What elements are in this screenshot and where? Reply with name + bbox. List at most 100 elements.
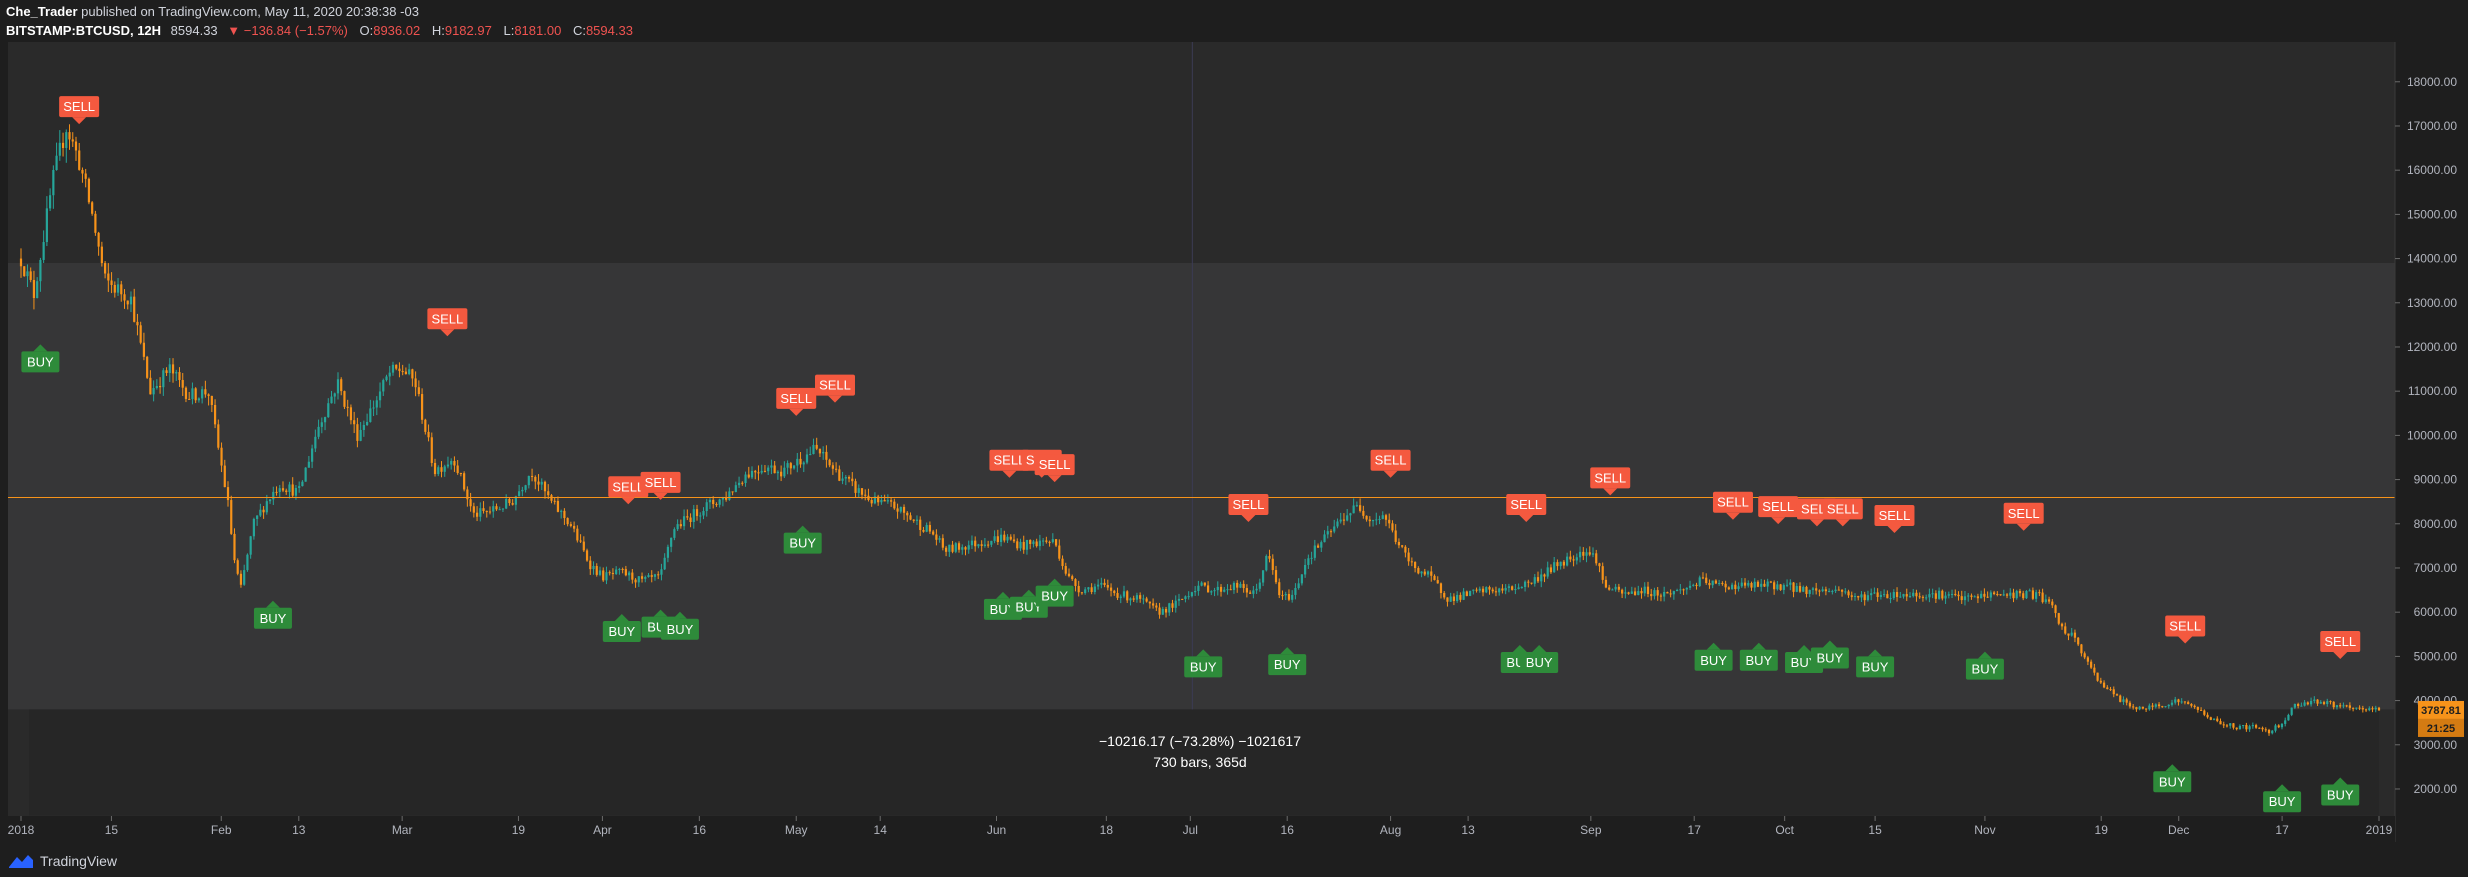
candle-body: [2374, 707, 2377, 710]
candle-body: [999, 534, 1003, 542]
candle-body: [1543, 574, 1546, 577]
candle-body: [2242, 725, 2245, 727]
candle-body: [220, 447, 223, 466]
candle-body: [809, 454, 812, 456]
candle-body: [1381, 515, 1384, 519]
candle-body: [171, 364, 175, 374]
candle-body: [2342, 705, 2345, 707]
price-chart[interactable]: −10216.17 (−73.28%) −1021617 730 bars, 36…: [0, 0, 2468, 877]
candle-body: [100, 246, 103, 264]
candle-body: [540, 481, 543, 485]
candle-body: [1598, 563, 1601, 567]
candle-body: [637, 576, 640, 583]
candle-body: [1996, 593, 1999, 595]
candle-body: [1465, 591, 1468, 596]
candle-body: [495, 506, 498, 510]
price-tick-label: 14000.00: [2407, 252, 2457, 266]
sell-label: SELL: [431, 311, 463, 326]
candle-body: [2339, 705, 2342, 707]
candle-body: [1135, 595, 1139, 600]
candle-body: [1530, 582, 1533, 584]
candle-body: [1168, 603, 1171, 613]
candle-body: [278, 488, 281, 493]
candle-body: [1711, 580, 1714, 586]
candle-body: [2151, 705, 2154, 707]
candle-body: [2180, 701, 2183, 703]
candle-body: [1177, 598, 1181, 601]
candle-body: [61, 142, 65, 148]
buy-label: BUY: [1745, 653, 1772, 668]
candle-body: [1287, 593, 1291, 600]
candle-body: [1488, 587, 1491, 590]
candle-body: [1553, 562, 1556, 573]
candle-body: [1446, 597, 1449, 602]
candle-body: [1232, 582, 1236, 590]
candle-body: [1860, 594, 1863, 598]
candle-body: [1355, 505, 1358, 507]
candle-body: [113, 284, 116, 293]
candle-body: [1844, 591, 1847, 593]
tradingview-brand[interactable]: TradingView: [40, 853, 117, 869]
candle-body: [1980, 593, 1983, 599]
candle-body: [2316, 699, 2319, 704]
candle-body: [1420, 571, 1423, 574]
candle-body: [1659, 595, 1663, 597]
candle-body: [1960, 596, 1963, 601]
candle-body: [353, 420, 356, 425]
candle-body: [1950, 593, 1954, 595]
candle-body: [935, 534, 938, 540]
candle-body: [1727, 587, 1730, 590]
candle-body: [395, 364, 398, 369]
candle-body: [1242, 583, 1245, 589]
candle-body: [1802, 586, 1805, 592]
candle-body: [1080, 592, 1084, 594]
sell-label: SELL: [994, 453, 1026, 468]
candle-body: [1963, 596, 1967, 601]
candle-body: [1352, 505, 1355, 514]
candle-body: [1782, 585, 1785, 590]
candle-body: [443, 466, 446, 472]
candle-body: [1145, 598, 1148, 602]
buy-label: BUY: [1817, 651, 1844, 666]
candle-body: [1268, 556, 1271, 559]
candle-body: [1918, 596, 1921, 598]
candle-body: [1895, 592, 1899, 597]
candle-body: [1346, 515, 1349, 521]
candle-body: [1284, 593, 1287, 596]
candle-body: [1009, 536, 1012, 540]
candle-body: [679, 524, 682, 527]
tradingview-logo-icon[interactable]: [8, 852, 34, 870]
time-axis[interactable]: [8, 816, 2395, 842]
candle-body: [2174, 699, 2177, 703]
candle-body: [1695, 584, 1698, 586]
candle-body: [1999, 594, 2002, 596]
candle-body: [2122, 699, 2125, 702]
candle-body: [1051, 539, 1054, 543]
candle-body: [168, 364, 171, 374]
candle-body: [737, 482, 741, 486]
candle-body: [951, 544, 954, 552]
candle-body: [2031, 590, 2035, 599]
candle-body: [456, 465, 459, 474]
candle-body: [1194, 590, 1197, 593]
candle-body: [336, 379, 340, 394]
candle-body: [1216, 586, 1219, 591]
candle-body: [1129, 598, 1132, 601]
candle-body: [450, 460, 453, 465]
candle-body: [1643, 586, 1646, 594]
candle-body: [1718, 583, 1721, 585]
time-tick-label: 17: [1688, 823, 1702, 837]
countdown-tag: 21:25: [2427, 723, 2455, 735]
candle-body: [1106, 584, 1109, 588]
candle-body: [2067, 633, 2070, 636]
candle-body: [2300, 705, 2303, 707]
candle-body: [2322, 702, 2326, 704]
candle-body: [362, 424, 365, 430]
candle-body: [883, 500, 886, 502]
candle-body: [2293, 704, 2297, 708]
candle-body: [980, 544, 983, 546]
candle-body: [94, 213, 97, 233]
candle-body: [87, 178, 91, 203]
candle-body: [1093, 586, 1096, 592]
candle-body: [275, 491, 278, 493]
